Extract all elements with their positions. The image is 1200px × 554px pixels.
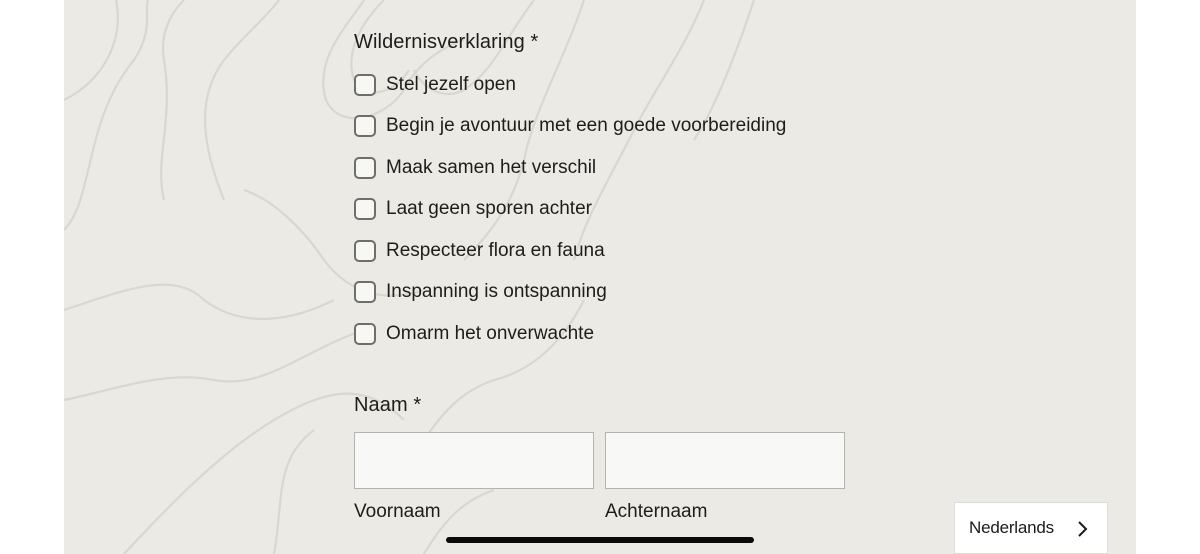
last-name-input[interactable] <box>605 432 845 489</box>
checkbox-label: Maak samen het verschil <box>386 157 597 178</box>
chevron-right-icon <box>1078 521 1088 537</box>
language-selector-button[interactable]: Nederlands <box>954 502 1108 554</box>
checkbox-label: Omarm het onverwachte <box>386 323 595 344</box>
checkbox-option-stel-jezelf-open[interactable]: Stel jezelf open <box>354 72 516 98</box>
checkbox-label: Respecteer flora en fauna <box>386 240 605 261</box>
checkbox-label: Begin je avontuur met een goede voorbere… <box>386 115 787 136</box>
home-indicator <box>446 537 754 543</box>
checkbox-option-inspanning-is-ontspanning[interactable]: Inspanning is ontspanning <box>354 279 607 305</box>
last-name-sublabel: Achternaam <box>605 501 708 522</box>
checkbox[interactable] <box>354 198 376 220</box>
checkbox-option-maak-samen-het-verschil[interactable]: Maak samen het verschil <box>354 155 596 181</box>
checkbox-label: Stel jezelf open <box>386 74 516 95</box>
checkbox[interactable] <box>354 281 376 303</box>
checkbox[interactable] <box>354 323 376 345</box>
checkbox-option-respecteer-flora-en-fauna[interactable]: Respecteer flora en fauna <box>354 238 605 264</box>
checkbox-option-omarm-het-onverwachte[interactable]: Omarm het onverwachte <box>354 321 594 347</box>
declaration-label: Wildernisverklaring * <box>354 31 539 53</box>
checkbox[interactable] <box>354 74 376 96</box>
checkbox[interactable] <box>354 157 376 179</box>
form-page: Wildernisverklaring * Stel jezelf open B… <box>64 0 1136 554</box>
name-label: Naam * <box>354 394 422 416</box>
checkbox-option-begin-je-avontuur[interactable]: Begin je avontuur met een goede voorbere… <box>354 113 786 139</box>
checkbox-label: Laat geen sporen achter <box>386 198 592 219</box>
language-label: Nederlands <box>969 518 1054 537</box>
checkbox-label: Inspanning is ontspanning <box>386 281 607 302</box>
checkbox[interactable] <box>354 115 376 137</box>
checkbox-option-laat-geen-sporen-achter[interactable]: Laat geen sporen achter <box>354 196 592 222</box>
checkbox[interactable] <box>354 240 376 262</box>
registration-form: Wildernisverklaring * Stel jezelf open B… <box>354 0 914 554</box>
first-name-input[interactable] <box>354 432 594 489</box>
first-name-sublabel: Voornaam <box>354 501 441 522</box>
